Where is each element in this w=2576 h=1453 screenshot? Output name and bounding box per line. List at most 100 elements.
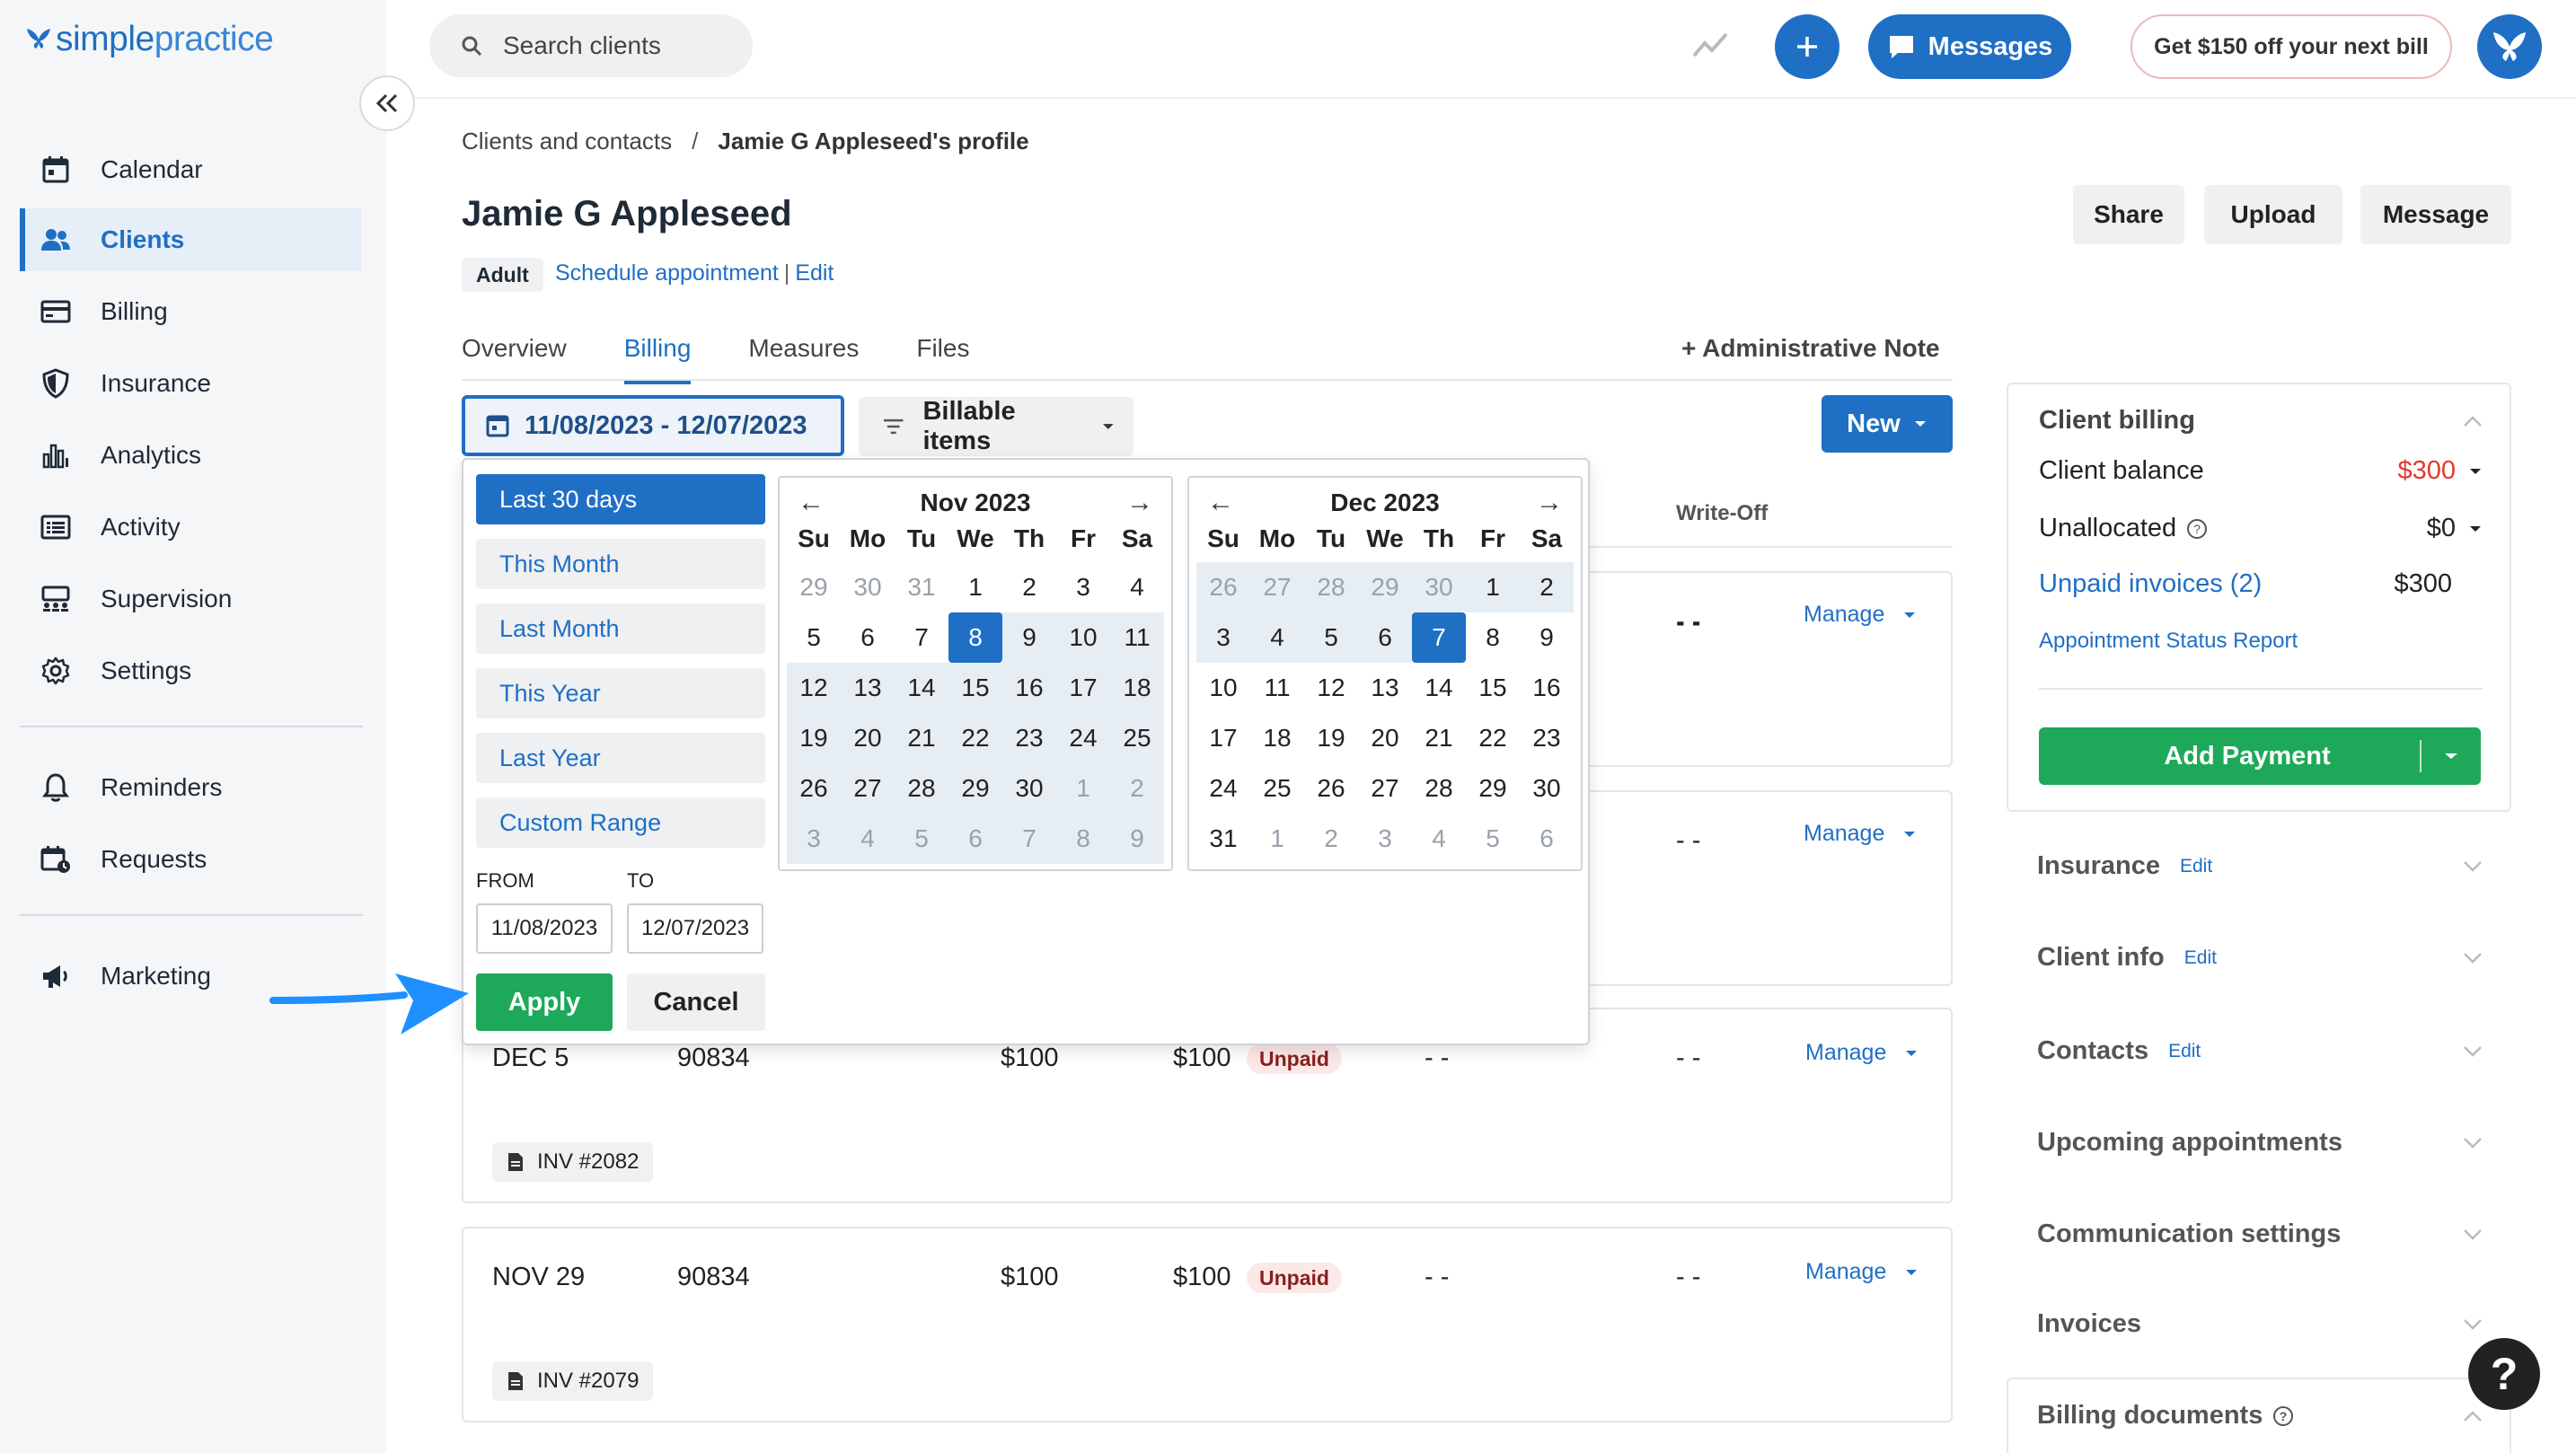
day-cell[interactable]: 14	[895, 663, 948, 713]
user-avatar[interactable]	[2477, 14, 2542, 79]
day-cell[interactable]: 18	[1110, 663, 1164, 713]
sidebar-item-billing[interactable]: Billing	[20, 280, 361, 343]
day-cell[interactable]: 10	[1056, 612, 1110, 663]
day-cell[interactable]: 1	[948, 562, 1002, 612]
unpaid-invoices-link[interactable]: Unpaid invoices (2)	[2039, 569, 2262, 599]
sidebar-item-insurance[interactable]: Insurance	[20, 352, 361, 415]
tab-measures[interactable]: Measures	[748, 334, 859, 384]
unallocated-dropdown[interactable]: $0	[2427, 514, 2483, 543]
day-cell[interactable]: 29	[1466, 763, 1520, 814]
day-cell[interactable]: 7	[1002, 814, 1056, 864]
sidebar-item-clients[interactable]: Clients	[20, 208, 361, 271]
date-range-button[interactable]: 11/08/2023 - 12/07/2023	[462, 395, 844, 456]
upload-button[interactable]: Upload	[2204, 185, 2342, 244]
day-cell[interactable]: 2	[1002, 562, 1056, 612]
day-cell[interactable]: 6	[1358, 612, 1412, 663]
day-cell[interactable]: 4	[1250, 612, 1304, 663]
add-payment-options-button[interactable]	[2422, 752, 2481, 761]
day-cell[interactable]: 17	[1196, 713, 1250, 763]
day-cell[interactable]: 8	[1056, 814, 1110, 864]
schedule-appointment-link[interactable]: Schedule appointment	[555, 260, 779, 286]
administrative-note-button[interactable]: + Administrative Note	[1681, 334, 1940, 363]
search-input[interactable]: Search clients	[429, 14, 753, 77]
day-cell[interactable]: 29	[1358, 562, 1412, 612]
sidebar-item-calendar[interactable]: Calendar	[20, 138, 361, 201]
help-button[interactable]: ?	[2468, 1338, 2540, 1410]
from-date-input[interactable]: 11/08/2023	[476, 903, 613, 954]
billing-documents-section[interactable]: Billing documents?	[2037, 1401, 2483, 1431]
day-cell[interactable]: 3	[787, 814, 841, 864]
day-cell[interactable]: 16	[1520, 663, 1574, 713]
day-cell[interactable]: 31	[1196, 814, 1250, 864]
client-info-section[interactable]: Client info Edit	[2037, 943, 2483, 973]
breadcrumb-parent-link[interactable]: Clients and contacts	[462, 128, 672, 154]
day-cell[interactable]: 6	[948, 814, 1002, 864]
arrow-right-icon[interactable]: →	[1126, 488, 1153, 518]
day-cell[interactable]: 20	[1358, 713, 1412, 763]
day-cell[interactable]: 25	[1250, 763, 1304, 814]
day-cell[interactable]: 15	[1466, 663, 1520, 713]
day-cell[interactable]: 10	[1196, 663, 1250, 713]
manage-dropdown[interactable]: Manage	[1805, 1040, 1919, 1066]
to-date-input[interactable]: 12/07/2023	[627, 903, 763, 954]
day-cell[interactable]: 1	[1056, 763, 1110, 814]
day-cell[interactable]: 22	[948, 713, 1002, 763]
day-cell[interactable]: 28	[1304, 562, 1358, 612]
day-cell[interactable]: 28	[1412, 763, 1466, 814]
day-cell[interactable]: 12	[1304, 663, 1358, 713]
edit-insurance-link[interactable]: Edit	[2180, 856, 2212, 877]
new-button[interactable]: New	[1822, 395, 1953, 453]
day-cell[interactable]: 29	[948, 763, 1002, 814]
day-cell[interactable]: 30	[1412, 562, 1466, 612]
day-cell[interactable]: 9	[1002, 612, 1056, 663]
day-cell[interactable]: 6	[841, 612, 895, 663]
insurance-section[interactable]: Insurance Edit	[2037, 851, 2483, 881]
day-cell[interactable]: 5	[1466, 814, 1520, 864]
communication-settings-section[interactable]: Communication settings	[2037, 1220, 2483, 1249]
preset-last-30-days[interactable]: Last 30 days	[476, 474, 765, 524]
invoice-chip[interactable]: INV #2079	[492, 1361, 654, 1401]
day-cell[interactable]: 27	[1358, 763, 1412, 814]
day-cell[interactable]: 5	[1304, 612, 1358, 663]
day-cell[interactable]: 30	[1520, 763, 1574, 814]
day-cell[interactable]: 26	[787, 763, 841, 814]
edit-client-info-link[interactable]: Edit	[2184, 947, 2217, 969]
day-cell[interactable]: 12	[787, 663, 841, 713]
day-cell[interactable]: 13	[841, 663, 895, 713]
day-cell[interactable]: 23	[1520, 713, 1574, 763]
day-cell[interactable]: 7	[895, 612, 948, 663]
day-cell[interactable]: 7	[1412, 612, 1466, 663]
day-cell[interactable]: 27	[841, 763, 895, 814]
day-cell[interactable]: 20	[841, 713, 895, 763]
sidebar-item-requests[interactable]: Requests	[20, 828, 361, 891]
sidebar-item-activity[interactable]: Activity	[20, 496, 361, 559]
day-cell[interactable]: 11	[1250, 663, 1304, 713]
billable-items-filter[interactable]: Billable items	[859, 397, 1134, 456]
day-cell[interactable]: 19	[1304, 713, 1358, 763]
manage-dropdown[interactable]: Manage	[1804, 821, 1917, 847]
day-cell[interactable]: 8	[1466, 612, 1520, 663]
day-cell[interactable]: 2	[1110, 763, 1164, 814]
day-cell[interactable]: 26	[1304, 763, 1358, 814]
sidebar-item-settings[interactable]: Settings	[20, 639, 361, 702]
preset-last-month[interactable]: Last Month	[476, 603, 765, 654]
invoice-chip[interactable]: INV #2082	[492, 1142, 654, 1182]
day-cell[interactable]: 31	[895, 562, 948, 612]
day-cell[interactable]: 1	[1250, 814, 1304, 864]
collapse-sidebar-button[interactable]	[359, 75, 415, 131]
preset-last-year[interactable]: Last Year	[476, 733, 765, 783]
day-cell[interactable]: 30	[1002, 763, 1056, 814]
day-cell[interactable]: 14	[1412, 663, 1466, 713]
day-cell[interactable]: 17	[1056, 663, 1110, 713]
help-circle-icon[interactable]: ?	[2185, 517, 2209, 541]
invoices-section[interactable]: Invoices	[2037, 1309, 2483, 1339]
day-cell[interactable]: 2	[1520, 562, 1574, 612]
day-cell[interactable]: 24	[1056, 713, 1110, 763]
add-payment-button[interactable]: Add Payment	[2039, 727, 2481, 785]
help-circle-icon[interactable]: ?	[2272, 1405, 2295, 1428]
day-cell[interactable]: 8	[948, 612, 1002, 663]
day-cell[interactable]: 5	[895, 814, 948, 864]
day-cell[interactable]: 3	[1056, 562, 1110, 612]
preset-custom-range[interactable]: Custom Range	[476, 797, 765, 848]
day-cell[interactable]: 9	[1110, 814, 1164, 864]
